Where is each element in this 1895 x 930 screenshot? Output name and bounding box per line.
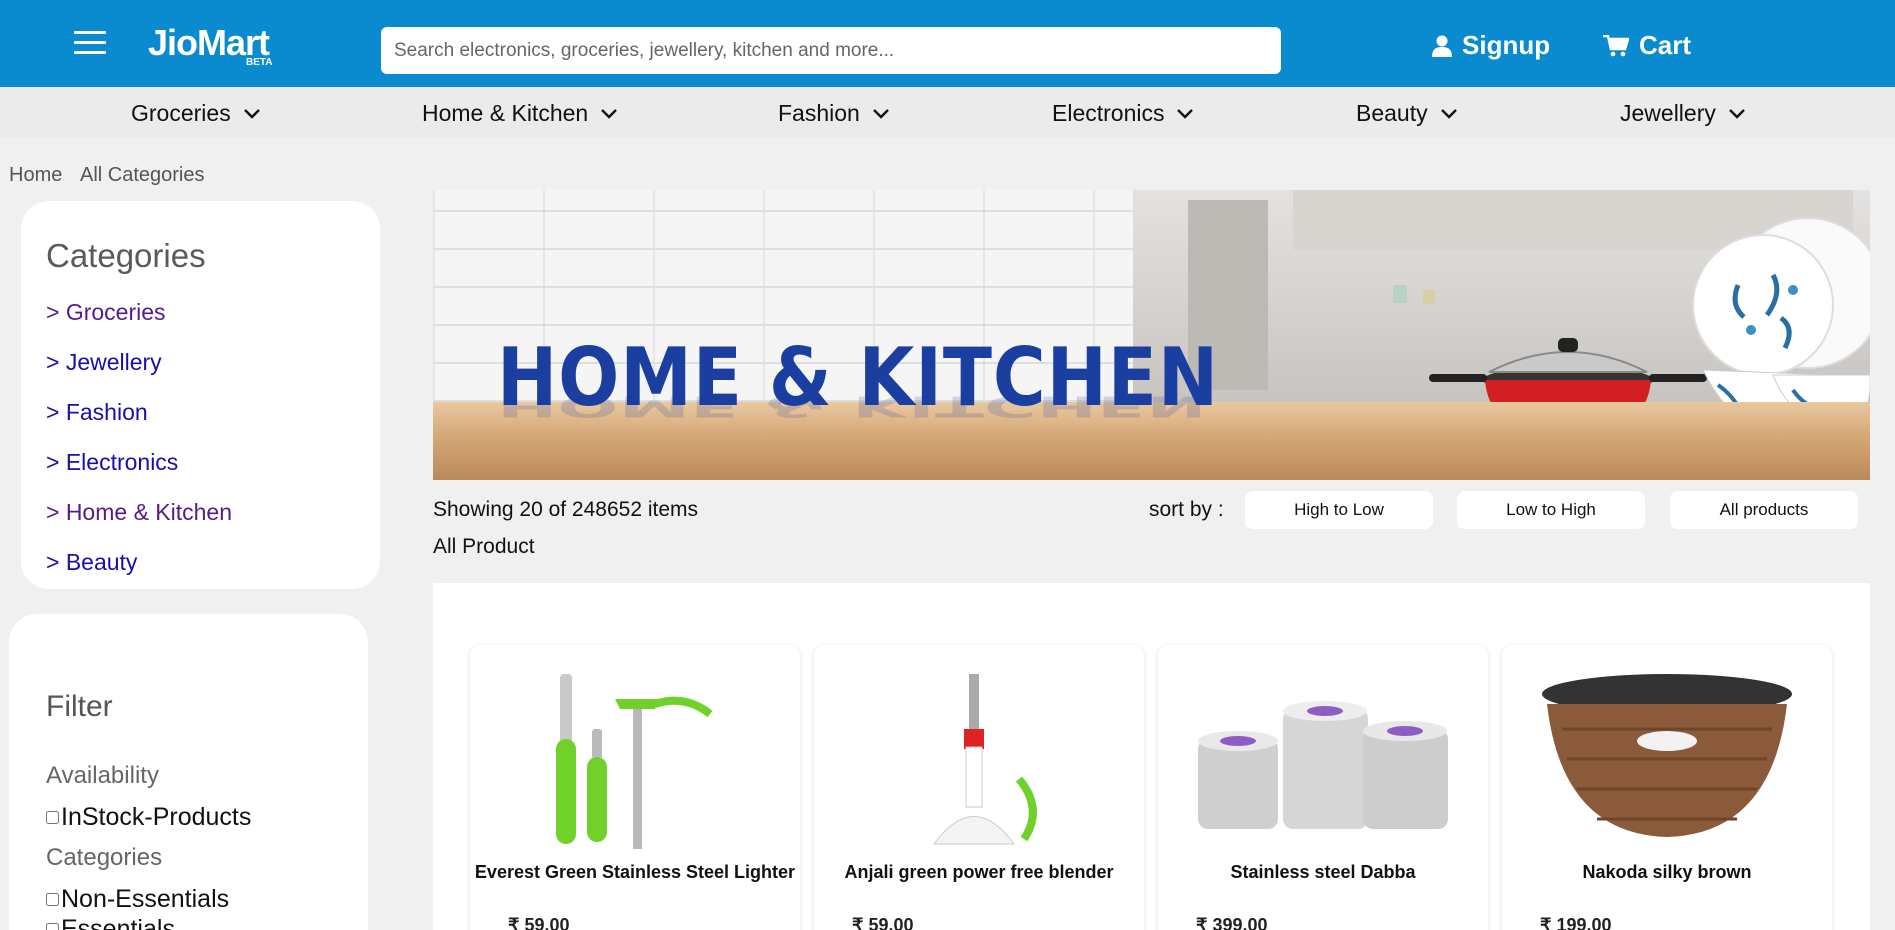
home-kitchen-banner[interactable]: HOME & KITCHEN HOME & KITCHEN: [433, 190, 1870, 480]
sidebar-item-jewellery[interactable]: > Jewellery: [46, 349, 162, 376]
menu-icon[interactable]: [74, 31, 106, 55]
instock-label: InStock-Products: [61, 803, 252, 831]
sort-label: sort by :: [1149, 498, 1224, 521]
sidebar-item-home-kitchen[interactable]: > Home & Kitchen: [46, 499, 232, 526]
essentials-checkbox[interactable]: [46, 923, 59, 930]
chevron-down-icon: [872, 108, 889, 119]
steel-dabba-image: [1198, 701, 1448, 829]
product-price: ₹ 399.00: [1196, 915, 1268, 930]
product-card[interactable]: Nakoda silky brown ₹ 199.00: [1502, 645, 1832, 930]
essentials-filter[interactable]: Essentials: [46, 915, 175, 930]
chevron-down-icon: [1177, 108, 1194, 119]
product-name: Anjali green power free blender: [844, 862, 1114, 882]
all-products-button[interactable]: All products: [1670, 491, 1858, 529]
kitchen-background: [1133, 190, 1870, 440]
categories-title: Categories: [46, 237, 206, 274]
section-label: All Product: [433, 535, 535, 558]
nav-label: Beauty: [1356, 100, 1428, 126]
nav-label: Jewellery: [1620, 100, 1716, 126]
category-nav: Groceries Home & Kitchen Fashion Electro…: [0, 87, 1895, 138]
instock-filter[interactable]: InStock-Products: [46, 803, 251, 832]
product-name: Stainless steel Dabba: [1230, 862, 1416, 882]
availability-heading: Availability: [46, 762, 159, 789]
categories-filter-heading: Categories: [46, 844, 163, 871]
nav-item-jewellery[interactable]: Jewellery: [1620, 100, 1746, 127]
nav-label: Groceries: [131, 100, 231, 126]
signup-link[interactable]: Signup: [1432, 30, 1550, 61]
sidebar-item-beauty[interactable]: > Beauty: [46, 549, 137, 576]
product-name: Nakoda silky brown: [1582, 862, 1752, 882]
filter-card: Filter Availability InStock-Products Cat…: [9, 614, 368, 930]
sidebar-item-electronics[interactable]: > Electronics: [46, 449, 178, 476]
results-count: Showing 20 of 248652 items: [433, 498, 699, 521]
essentials-label: Essentials: [61, 915, 175, 930]
basket-image: [1542, 674, 1792, 837]
beta-badge: BETA: [246, 57, 273, 68]
product-price: ₹ 199.00: [1540, 915, 1612, 930]
nav-item-beauty[interactable]: Beauty: [1356, 100, 1458, 127]
product-price: ₹ 59.00: [508, 915, 570, 930]
nav-label: Fashion: [778, 100, 860, 126]
product-name: Everest Green Stainless Steel Lighter: [474, 862, 796, 882]
cart-icon: [1603, 34, 1629, 56]
non-essentials-label: Non-Essentials: [61, 885, 230, 913]
nav-label: Home & Kitchen: [422, 100, 589, 126]
gas-lighter-image: [556, 674, 713, 849]
categories-card: Categories > Groceries > Jewellery > Fas…: [21, 201, 380, 589]
banner-title-reflection: HOME & KITCHEN: [497, 389, 1207, 423]
breadcrumb-home[interactable]: Home: [9, 164, 62, 187]
chevron-down-icon: [243, 108, 260, 119]
user-icon: [1432, 35, 1452, 57]
sidebar-item-groceries[interactable]: > Groceries: [46, 299, 166, 326]
signup-label: Signup: [1462, 30, 1551, 60]
chevron-down-icon: [1440, 108, 1457, 119]
search-input[interactable]: [381, 27, 1281, 74]
product-card[interactable]: Anjali green power free blender ₹ 59.00: [814, 645, 1144, 930]
blender-image: [933, 674, 1037, 845]
nav-item-electronics[interactable]: Electronics: [1052, 100, 1194, 127]
nav-item-fashion[interactable]: Fashion: [778, 100, 890, 127]
sidebar-item-fashion[interactable]: > Fashion: [46, 399, 148, 426]
top-header: JioMart BETA Signup Cart: [0, 0, 1895, 87]
nav-item-groceries[interactable]: Groceries: [131, 100, 261, 127]
filter-title: Filter: [46, 690, 113, 723]
product-card[interactable]: Stainless steel Dabba ₹ 399.00: [1158, 645, 1488, 930]
nav-item-home-kitchen[interactable]: Home & Kitchen: [422, 100, 618, 127]
nav-label: Electronics: [1052, 100, 1165, 126]
chevron-down-icon: [1729, 108, 1745, 119]
cart-link[interactable]: Cart: [1603, 30, 1691, 61]
product-card[interactable]: Everest Green Stainless Steel Lighter ₹ …: [470, 645, 800, 930]
non-essentials-checkbox[interactable]: [46, 893, 59, 906]
cart-label: Cart: [1639, 30, 1692, 60]
breadcrumb-all-categories[interactable]: All Categories: [80, 164, 205, 187]
sort-low-to-high-button[interactable]: Low to High: [1457, 491, 1645, 529]
non-essentials-filter[interactable]: Non-Essentials: [46, 885, 229, 914]
chevron-down-icon: [601, 108, 618, 119]
sort-high-to-low-button[interactable]: High to Low: [1245, 491, 1433, 529]
product-price: ₹ 59.00: [852, 915, 914, 930]
instock-checkbox[interactable]: [46, 811, 59, 824]
